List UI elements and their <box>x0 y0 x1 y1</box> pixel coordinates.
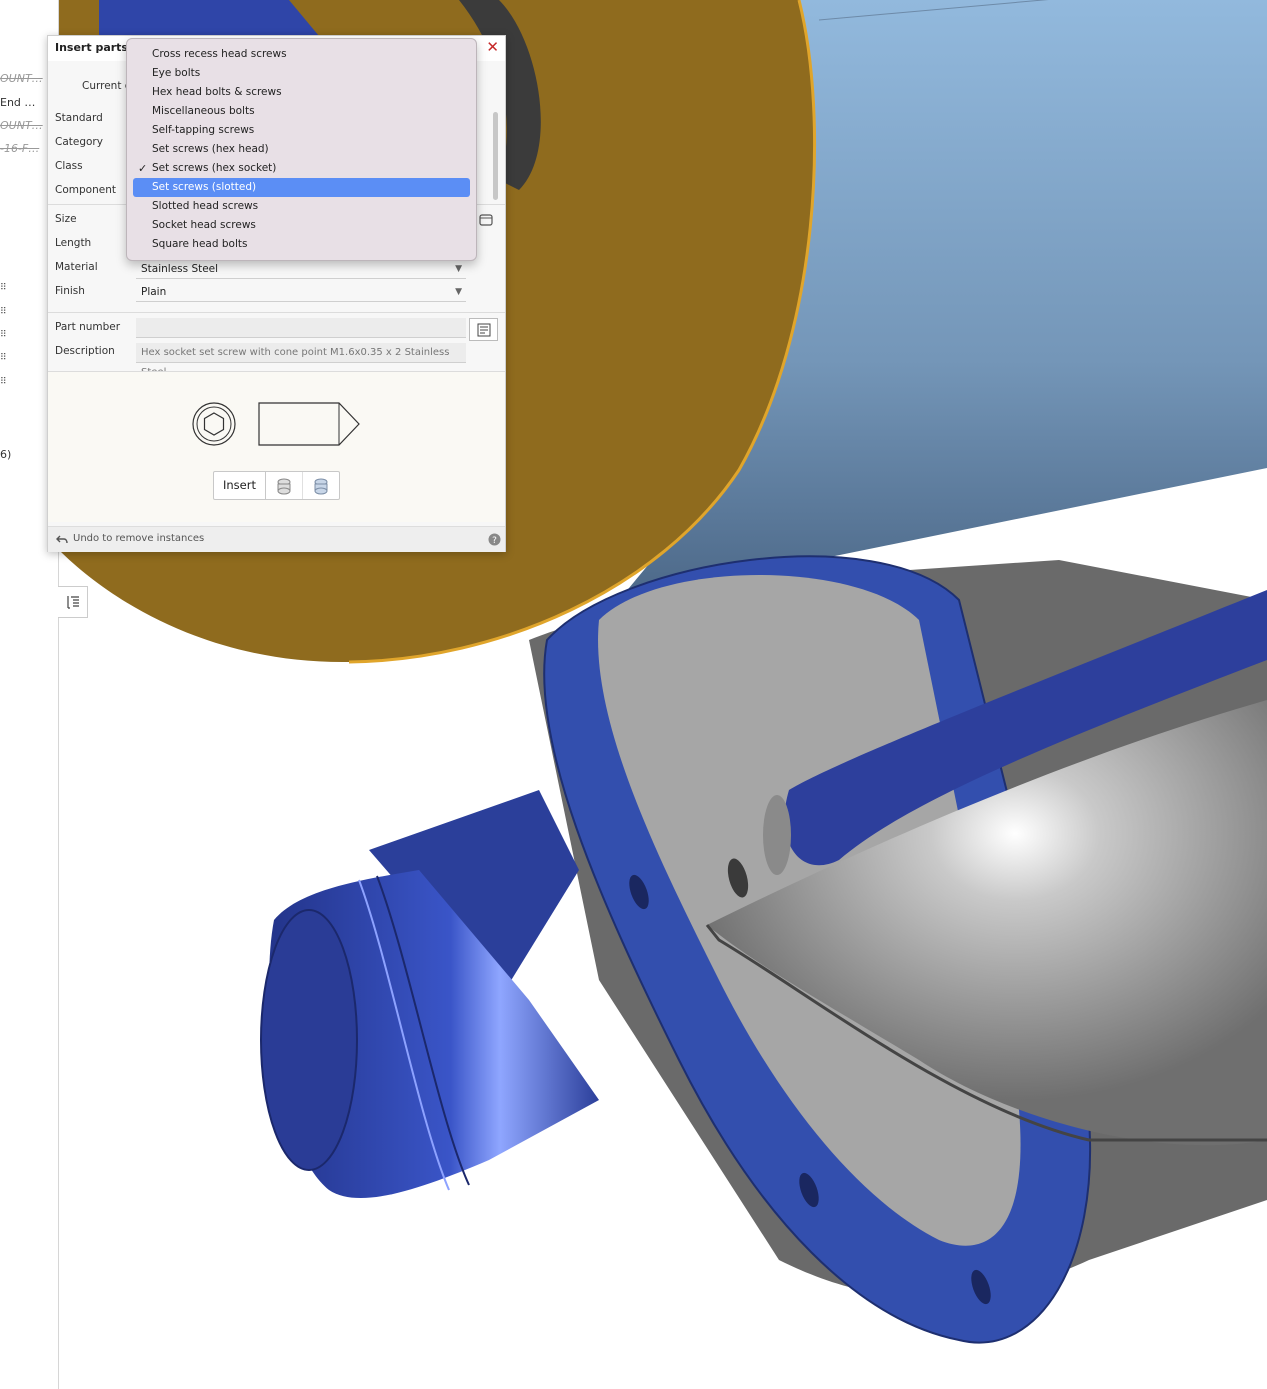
undo-icon[interactable] <box>56 533 68 545</box>
tree-item[interactable]: End … <box>0 96 35 109</box>
dropdown-option[interactable]: Eye bolts <box>133 64 470 83</box>
dropdown-option[interactable]: Square head bolts <box>133 235 470 254</box>
close-icon[interactable]: ✕ <box>486 38 499 56</box>
drag-handle-icon[interactable]: ⠿ <box>0 307 7 317</box>
document-list-icon <box>477 323 490 336</box>
material-select[interactable]: Stainless Steel ▼ <box>136 259 466 279</box>
undo-hint: Undo to remove instances <box>73 533 205 544</box>
size-label: Size <box>55 213 77 225</box>
class-dropdown-menu: Cross recess head screws Eye bolts Hex h… <box>126 38 477 261</box>
dialog-scrollbar[interactable] <box>493 112 498 200</box>
drag-handle-icon[interactable]: ⠿ <box>0 353 7 363</box>
dropdown-option[interactable]: Socket head screws <box>133 216 470 235</box>
component-label: Component <box>55 184 116 196</box>
checkmark-icon: ✓ <box>138 162 148 175</box>
category-label: Category <box>55 136 103 148</box>
dropdown-option-highlighted[interactable]: Set screws (slotted) <box>133 178 470 197</box>
tree-item[interactable]: 6) <box>0 448 11 461</box>
description-field[interactable]: Hex socket set screw with cone point M1.… <box>136 343 466 378</box>
set-screw-preview-icon <box>192 402 360 446</box>
description-label: Description <box>55 345 115 357</box>
dropdown-arrow-icon: ▼ <box>455 287 462 297</box>
dropdown-option[interactable]: Cross recess head screws <box>133 45 470 64</box>
size-table-icon[interactable] <box>478 212 494 232</box>
fastener-stack-icon <box>277 478 291 494</box>
dialog-footer: Undo to remove instances ? <box>48 526 505 552</box>
svg-text:?: ? <box>492 536 497 546</box>
insert-button[interactable]: Insert <box>214 472 266 499</box>
dropdown-option-checked[interactable]: ✓ Set screws (hex socket) <box>133 159 470 178</box>
dropdown-option[interactable]: Hex head bolts & screws <box>133 83 470 102</box>
finish-value: Plain <box>141 286 167 298</box>
divider <box>48 312 505 313</box>
help-icon[interactable]: ? <box>488 533 501 546</box>
tree-item[interactable]: OUNT… <box>0 72 43 85</box>
tree-item[interactable]: -16-F… <box>0 142 39 155</box>
finish-label: Finish <box>55 285 85 297</box>
drag-handle-icon[interactable]: ⠿ <box>0 377 7 387</box>
material-label: Material <box>55 261 98 273</box>
finish-select[interactable]: Plain ▼ <box>136 282 466 302</box>
part-number-label: Part number <box>55 321 121 333</box>
dropdown-option[interactable]: Miscellaneous bolts <box>133 102 470 121</box>
list-icon <box>66 596 79 609</box>
insert-with-washer-button[interactable] <box>266 472 303 499</box>
dropdown-option[interactable]: Slotted head screws <box>133 197 470 216</box>
current-document-tab[interactable]: Current d <box>82 80 131 92</box>
class-label: Class <box>55 160 83 172</box>
insert-button-group: Insert <box>213 471 340 500</box>
drag-handle-icon[interactable]: ⠿ <box>0 283 7 293</box>
material-value: Stainless Steel <box>141 263 219 275</box>
part-number-field[interactable] <box>136 318 466 338</box>
part-number-config-button[interactable] <box>469 318 498 341</box>
dropdown-option[interactable]: Set screws (hex head) <box>133 140 470 159</box>
tree-item[interactable]: OUNT… <box>0 119 43 132</box>
standard-label: Standard <box>55 112 103 124</box>
dropdown-arrow-icon: ▼ <box>455 264 462 274</box>
length-label: Length <box>55 237 92 249</box>
outline-toggle-button[interactable] <box>58 586 88 618</box>
insert-with-nut-button[interactable] <box>303 472 339 499</box>
dropdown-option[interactable]: Self-tapping screws <box>133 121 470 140</box>
fastener-stack-icon <box>314 478 328 494</box>
dropdown-option-label: Set screws (hex socket) <box>152 162 277 174</box>
drag-handle-icon[interactable]: ⠿ <box>0 330 7 340</box>
